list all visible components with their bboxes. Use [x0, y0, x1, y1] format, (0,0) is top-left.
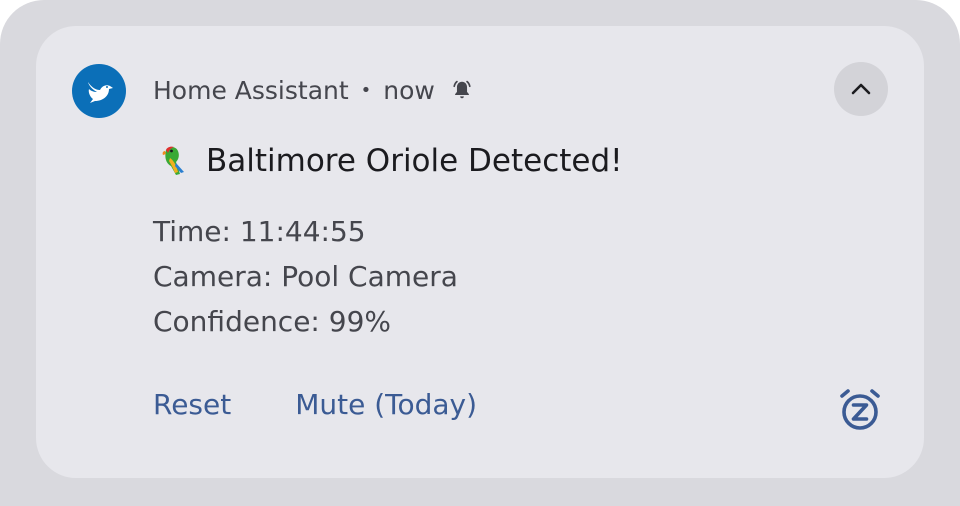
bird-icon: [72, 64, 126, 118]
bell-icon: [451, 79, 473, 101]
notification-body: Time: 11:44:55 Camera: Pool Camera Confi…: [153, 209, 458, 344]
notification-time: now: [383, 75, 435, 105]
notification-header: Home Assistant • now: [153, 74, 473, 106]
collapse-button[interactable]: [834, 62, 888, 116]
notification-card[interactable]: Home Assistant • now Baltimore Oriole De…: [36, 26, 924, 478]
app-name: Home Assistant: [153, 75, 349, 105]
reset-button[interactable]: Reset: [153, 388, 231, 421]
camera-line: Camera: Pool Camera: [153, 260, 458, 293]
mute-today-button[interactable]: Mute (Today): [295, 388, 477, 421]
parrot-emoji-icon: [154, 142, 192, 180]
confidence-line: Confidence: 99%: [153, 305, 391, 338]
snooze-button[interactable]: [836, 386, 884, 434]
chevron-up-icon: [851, 83, 871, 95]
header-separator: •: [360, 79, 372, 101]
notification-title: Baltimore Oriole Detected!: [154, 142, 623, 180]
time-line: Time: 11:44:55: [153, 215, 366, 248]
snooze-clock-icon: [840, 389, 880, 430]
notification-actions: Reset Mute (Today): [153, 388, 477, 421]
notification-shade: Home Assistant • now Baltimore Oriole De…: [0, 0, 960, 506]
title-text: Baltimore Oriole Detected!: [206, 143, 623, 179]
